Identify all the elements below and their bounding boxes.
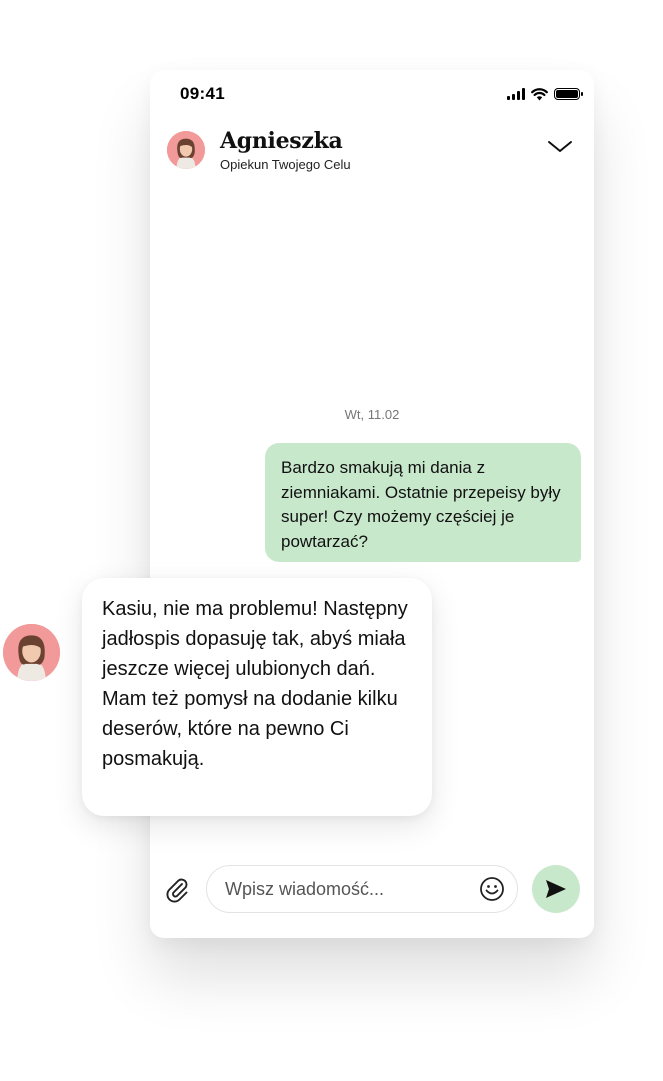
incoming-avatar[interactable] bbox=[3, 624, 60, 681]
outgoing-message: Bardzo smakują mi dania z ziemniakami. O… bbox=[265, 443, 581, 562]
incoming-message: Kasiu, nie ma problemu! Następny jadłosp… bbox=[82, 578, 432, 816]
date-separator: Wt, 11.02 bbox=[344, 407, 400, 422]
send-button[interactable] bbox=[532, 865, 580, 913]
signal-icon bbox=[507, 88, 525, 100]
status-bar: 09:41 bbox=[180, 82, 583, 106]
avatar-portrait-icon bbox=[167, 131, 205, 169]
paperclip-icon[interactable] bbox=[163, 875, 191, 903]
battery-icon bbox=[554, 88, 583, 100]
message-composer bbox=[163, 864, 583, 914]
send-icon bbox=[546, 880, 566, 898]
wifi-icon bbox=[531, 87, 548, 100]
avatar-portrait-icon bbox=[3, 624, 60, 681]
emoji-icon[interactable] bbox=[479, 876, 505, 902]
chevron-down-icon[interactable] bbox=[547, 139, 573, 155]
message-input[interactable] bbox=[225, 878, 479, 900]
header-text: Agnieszka Opiekun Twojego Celu bbox=[220, 128, 351, 172]
contact-role: Opiekun Twojego Celu bbox=[220, 157, 351, 172]
contact-name: Agnieszka bbox=[220, 128, 343, 154]
avatar[interactable] bbox=[167, 131, 205, 169]
stage: 09:41 Agnieszka Opiekun Twojego Celu Wt,… bbox=[0, 0, 663, 1081]
status-icons bbox=[507, 87, 583, 101]
chat-header: Agnieszka Opiekun Twojego Celu bbox=[167, 125, 577, 175]
status-time: 09:41 bbox=[180, 84, 225, 103]
message-input-wrapper bbox=[206, 865, 518, 913]
